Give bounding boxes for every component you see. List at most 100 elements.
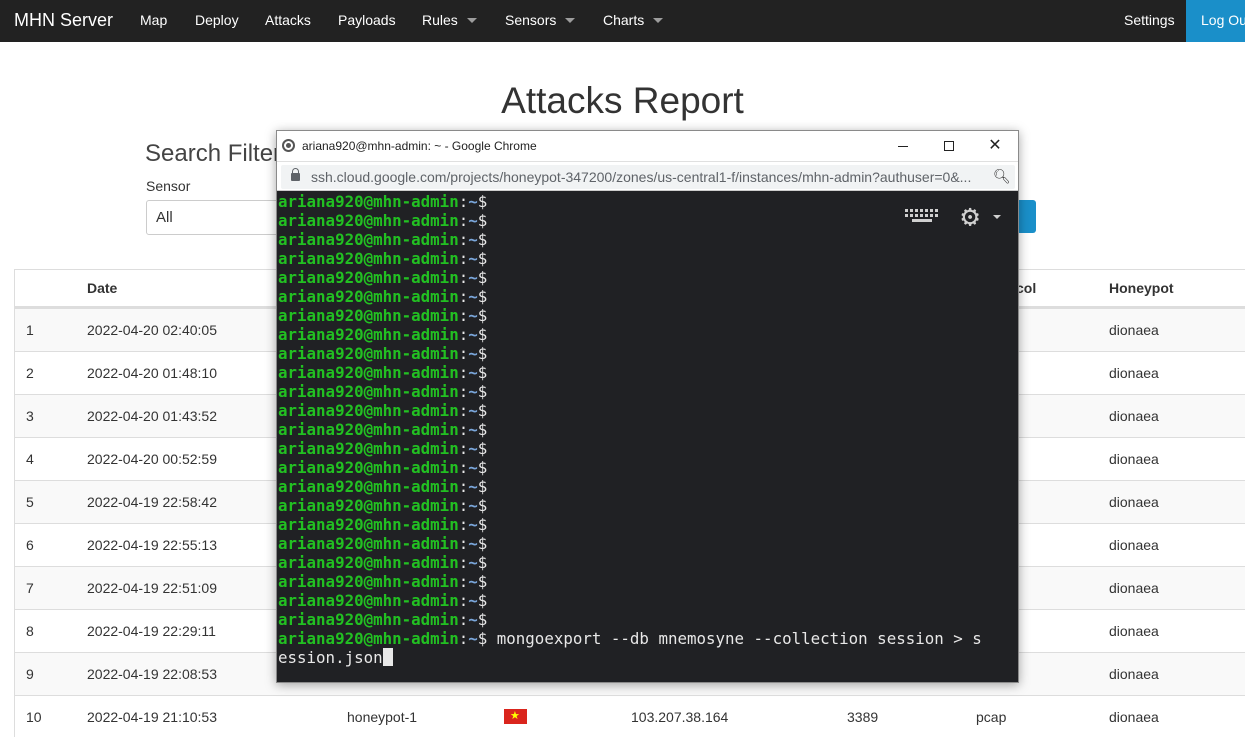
page-title: Attacks Report <box>501 80 744 121</box>
row-source-ip[interactable]: 103.207.38.164 <box>631 709 728 725</box>
prompt-symbol: $ <box>477 629 488 648</box>
chevron-down-icon <box>653 18 664 23</box>
terminal-prompt-line: ariana920@mhn-admin:~$ <box>278 287 487 306</box>
terminal-command-line: ariana920@mhn-admin:~$ mongoexport --db … <box>278 629 982 648</box>
prompt-path: ~ <box>468 610 478 629</box>
prompt-path: ~ <box>468 420 478 439</box>
sensor-filter-label: Sensor <box>146 178 191 194</box>
nav-rules[interactable]: Rules <box>422 12 477 28</box>
nav-charts[interactable]: Charts <box>603 12 664 28</box>
prompt-path: ~ <box>468 401 478 420</box>
nav-settings[interactable]: Settings <box>1124 12 1175 28</box>
prompt-separator: : <box>458 610 469 629</box>
prompt-user: ariana920@mhn-admin <box>278 496 459 515</box>
prompt-user: ariana920@mhn-admin <box>278 591 459 610</box>
keyboard-icon[interactable] <box>905 209 938 226</box>
prompt-path: ~ <box>468 534 478 553</box>
prompt-separator: : <box>458 306 469 325</box>
terminal-prompt-line: ariana920@mhn-admin:~$ <box>278 420 487 439</box>
prompt-path: ~ <box>468 629 478 648</box>
prompt-separator: : <box>458 553 469 572</box>
nav-deploy[interactable]: Deploy <box>195 12 239 28</box>
ssh-browser-window: ariana920@mhn-admin: ~ - Google Chrome ✕… <box>276 130 1019 683</box>
prompt-symbol: $ <box>477 477 488 496</box>
nav-sensors-label: Sensors <box>505 12 557 28</box>
logout-button[interactable]: Log Out <box>1186 0 1245 42</box>
row-date: 2022-04-20 02:40:05 <box>87 322 217 338</box>
prompt-path: ~ <box>468 325 478 344</box>
prompt-path: ~ <box>468 306 478 325</box>
close-button[interactable]: ✕ <box>972 131 1018 161</box>
prompt-symbol: $ <box>477 363 488 382</box>
prompt-path: ~ <box>468 268 478 287</box>
terminal-prompt-line: ariana920@mhn-admin:~$ <box>278 249 487 268</box>
nav-attacks[interactable]: Attacks <box>265 12 311 28</box>
prompt-separator: : <box>458 344 469 363</box>
prompt-path: ~ <box>468 382 478 401</box>
terminal[interactable]: ⚙ ariana920@mhn-admin:~$ ariana920@mhn-ad… <box>277 192 1018 682</box>
prompt-path: ~ <box>468 249 478 268</box>
keyboard-key <box>925 209 928 212</box>
sensor-select-value: All <box>156 209 173 226</box>
terminal-prompt-line: ariana920@mhn-admin:~$ <box>278 591 487 610</box>
terminal-prompt-line: ariana920@mhn-admin:~$ <box>278 211 487 230</box>
column-header-date[interactable]: Date <box>87 280 117 296</box>
window-title: ariana920@mhn-admin: ~ - Google Chrome <box>302 139 537 153</box>
maximize-button[interactable] <box>926 131 972 161</box>
prompt-separator: : <box>458 211 469 230</box>
prompt-symbol: $ <box>477 211 488 230</box>
prompt-user: ariana920@mhn-admin <box>278 629 459 648</box>
prompt-separator: : <box>458 230 469 249</box>
prompt-symbol: $ <box>477 306 488 325</box>
prompt-path: ~ <box>468 192 478 211</box>
prompt-user: ariana920@mhn-admin <box>278 420 459 439</box>
window-titlebar[interactable]: ariana920@mhn-admin: ~ - Google Chrome ✕ <box>277 131 1018 161</box>
column-header-honeypot[interactable]: Honeypot <box>1109 280 1174 296</box>
keyboard-key <box>910 209 913 212</box>
prompt-symbol: $ <box>477 268 488 287</box>
maximize-icon <box>944 141 954 151</box>
prompt-separator: : <box>458 382 469 401</box>
search-filters-heading: Search Filters <box>145 140 294 167</box>
vietnam-flag-icon <box>504 709 527 724</box>
prompt-separator: : <box>458 192 469 211</box>
terminal-prompt-line: ariana920@mhn-admin:~$ <box>278 572 487 591</box>
row-date: 2022-04-19 22:55:13 <box>87 537 217 553</box>
keyboard-key <box>910 214 913 217</box>
row-destination-port: 3389 <box>847 709 879 725</box>
url-field[interactable]: ssh.cloud.google.com/projects/honeypot-3… <box>281 165 1015 189</box>
nav-map[interactable]: Map <box>140 12 167 28</box>
prompt-user: ariana920@mhn-admin <box>278 325 459 344</box>
row-honeypot: dionaea <box>1109 408 1159 424</box>
prompt-symbol: $ <box>477 420 488 439</box>
terminal-prompt-line: ariana920@mhn-admin:~$ <box>278 230 487 249</box>
row-honeypot: dionaea <box>1109 494 1159 510</box>
nav-payloads[interactable]: Payloads <box>338 12 396 28</box>
row-honeypot: dionaea <box>1109 537 1159 553</box>
row-date: 2022-04-19 22:08:53 <box>87 666 217 682</box>
prompt-symbol: $ <box>477 534 488 553</box>
chevron-down-icon <box>993 215 1001 219</box>
column-header-protocol[interactable]: col <box>1016 280 1036 296</box>
row-honeypot: dionaea <box>1109 623 1159 639</box>
brand-link[interactable]: MHN Server <box>14 10 113 31</box>
row-honeypot: dionaea <box>1109 451 1159 467</box>
prompt-path: ~ <box>468 211 478 230</box>
row-number: 9 <box>26 666 34 682</box>
prompt-separator: : <box>458 363 469 382</box>
row-number: 5 <box>26 494 34 510</box>
keyboard-key <box>930 214 933 217</box>
row-date: 2022-04-19 22:58:42 <box>87 494 217 510</box>
prompt-user: ariana920@mhn-admin <box>278 439 459 458</box>
zoom-icon[interactable]: 🔍︎ <box>993 168 1011 185</box>
prompt-user: ariana920@mhn-admin <box>278 230 459 249</box>
keyboard-key <box>912 219 932 222</box>
keyboard-key <box>920 209 923 212</box>
table-row[interactable]: 10 2022-04-19 21:10:53 honeypot-1 103.20… <box>15 695 1245 738</box>
nav-sensors[interactable]: Sensors <box>505 12 576 28</box>
gear-icon[interactable]: ⚙ <box>961 202 979 232</box>
nav-charts-label: Charts <box>603 12 645 28</box>
prompt-symbol: $ <box>477 325 488 344</box>
minimize-button[interactable] <box>880 131 926 161</box>
row-number: 2 <box>26 365 34 381</box>
